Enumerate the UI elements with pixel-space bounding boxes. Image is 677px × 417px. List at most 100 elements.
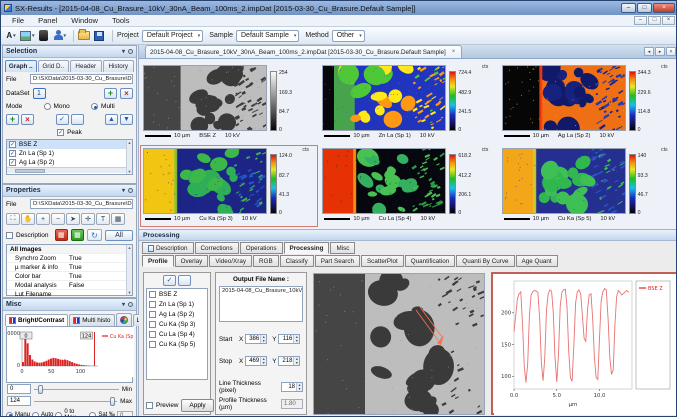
- map-image[interactable]: [143, 147, 268, 220]
- list-item[interactable]: Zn La (Sp 1): [147, 299, 207, 309]
- export-green-icon[interactable]: ▦: [70, 229, 85, 241]
- list-item[interactable]: Cu La (Sp 4): [147, 329, 207, 339]
- pin-icon[interactable]: [128, 49, 133, 54]
- processing-tab-description[interactable]: Description: [142, 242, 194, 254]
- processing-subtab-classify[interactable]: Classify: [279, 255, 314, 267]
- menu-item-window[interactable]: Window: [64, 16, 105, 25]
- output-file-input[interactable]: 2015-04-08_Cu_Brasure_10kV: [219, 286, 303, 322]
- start-y-spinner[interactable]: 116 ▲ ▼: [278, 334, 301, 344]
- list-item[interactable]: Ag La (Sp 2): [147, 309, 207, 319]
- map-image[interactable]: [322, 57, 448, 131]
- list-item[interactable]: ✓ Ag La (Sp 2): [7, 158, 126, 167]
- mdi-close-button[interactable]: ×: [662, 16, 675, 25]
- all-button[interactable]: All: [105, 229, 133, 241]
- maximize-button[interactable]: □: [637, 3, 652, 13]
- map-image[interactable]: [143, 63, 268, 135]
- profile-plot[interactable]: 100 150 200 0.0 5.0 10.0 µm BSE Z: [491, 272, 676, 415]
- item-checkbox[interactable]: ✓: [9, 141, 16, 148]
- zoom-in-icon[interactable]: +: [36, 213, 50, 225]
- processing-subtab-video-xray[interactable]: Video/Xray: [209, 255, 253, 267]
- tab-scroll-right[interactable]: ▸: [655, 47, 665, 56]
- spinner-arrows[interactable]: ▲ ▼: [293, 357, 300, 365]
- processing-subtab-quantification[interactable]: Quantification: [404, 255, 456, 267]
- item-checkbox[interactable]: [149, 340, 156, 348]
- spinner-arrows[interactable]: ▲ ▼: [293, 335, 300, 343]
- refresh-icon[interactable]: ↻: [87, 229, 102, 241]
- minimize-button[interactable]: –: [621, 3, 636, 13]
- peak-checkbox[interactable]: ✓: [57, 129, 65, 136]
- uncheck-all-button[interactable]: [70, 114, 84, 125]
- description-checkbox[interactable]: [6, 231, 13, 239]
- add-signal-icon[interactable]: +: [6, 114, 19, 125]
- property-row[interactable]: µ marker & info True: [7, 263, 126, 272]
- display-mode-radio-1[interactable]: [32, 411, 40, 416]
- display-mode-radio-2[interactable]: [55, 411, 63, 416]
- apply-button[interactable]: Apply: [181, 399, 214, 412]
- display-mode-radio-0[interactable]: [6, 411, 13, 416]
- tab-bright-contrast[interactable]: Bright/Contrast: [5, 314, 69, 326]
- line-thickness-spinner[interactable]: 18 ▲ ▼: [281, 382, 303, 392]
- property-row[interactable]: Modal analysis False: [7, 281, 126, 290]
- item-checkbox[interactable]: ✓: [9, 150, 16, 157]
- item-checkbox[interactable]: [149, 300, 156, 308]
- map-tile-3[interactable]: 10 µm Cu Ka (Sp 3) 10 kV cts 124.0 82.7 41.3 0: [140, 145, 319, 227]
- selection-tab-1[interactable]: Grid D..: [37, 60, 69, 72]
- spinner-arrows[interactable]: ▲ ▼: [260, 357, 267, 365]
- mdi-minimize-button[interactable]: –: [634, 16, 647, 25]
- move-up-button[interactable]: ▲: [105, 114, 118, 125]
- max-slider[interactable]: [34, 396, 118, 406]
- menu-item-file[interactable]: File: [5, 16, 31, 25]
- uncheck-all-button[interactable]: [178, 275, 191, 286]
- chevron-down-icon[interactable]: ▾: [122, 48, 125, 55]
- move-down-button[interactable]: ▼: [120, 114, 133, 125]
- delete-dataset-icon[interactable]: ×: [120, 88, 133, 99]
- stop-y-spinner[interactable]: 218 ▲ ▼: [278, 356, 301, 366]
- preview-checkbox[interactable]: [146, 402, 153, 409]
- processing-subtab-age-quant[interactable]: Age Quant: [515, 255, 558, 267]
- mode-radio-multi[interactable]: [91, 103, 99, 110]
- tab-close-icon[interactable]: ×: [450, 48, 458, 56]
- processing-subtab-profile[interactable]: Profile: [142, 255, 174, 267]
- properties-panel-header[interactable]: Properties ▾: [3, 185, 136, 197]
- property-row[interactable]: Color bar True: [7, 272, 126, 281]
- selection-file-input[interactable]: D:\SXData\2015-03-30_Cu_Brasure\Defau: [30, 74, 133, 84]
- map-tile-4[interactable]: 10 µm Cu La (Sp 4) 10 kV cts 618.2 412.2 206.1…: [319, 145, 497, 227]
- grid-icon[interactable]: ▦: [111, 213, 125, 225]
- selection-tab-2[interactable]: Header: [70, 60, 102, 72]
- project-select[interactable]: Default Project ▾: [141, 29, 204, 42]
- item-checkbox[interactable]: ✓: [9, 159, 16, 166]
- list-item[interactable]: Cu Ka (Sp 3): [147, 319, 207, 329]
- stop-x-spinner[interactable]: 469 ▲ ▼: [245, 356, 268, 366]
- processing-subtab-scatterplot[interactable]: ScatterPlot: [360, 255, 404, 267]
- map-tile-0[interactable]: 10 µm BSE Z 10 kV 254 169.3 84.7 0: [140, 62, 318, 144]
- processing-tab-corrections[interactable]: Corrections: [194, 242, 239, 254]
- pin-icon[interactable]: [128, 188, 133, 193]
- sat-input[interactable]: 0: [117, 410, 133, 416]
- map-image[interactable]: [322, 146, 447, 217]
- max-input[interactable]: 124: [7, 396, 31, 406]
- check-all-button[interactable]: ✓: [163, 275, 176, 286]
- sample-select[interactable]: Default Sample ▾: [236, 29, 300, 42]
- list-item[interactable]: Cu Ka (Sp 5): [147, 339, 207, 349]
- delete-signal-icon[interactable]: ×: [21, 114, 34, 125]
- item-checkbox[interactable]: [149, 290, 156, 298]
- map-image[interactable]: [501, 56, 627, 140]
- chevron-down-icon[interactable]: ▾: [122, 301, 125, 308]
- display-mode-radio-3[interactable]: [89, 411, 97, 416]
- database-tool-icon[interactable]: [38, 30, 50, 42]
- method-select[interactable]: Other ▾: [331, 29, 365, 42]
- spinner-arrows[interactable]: ▲ ▼: [296, 383, 302, 391]
- item-checkbox[interactable]: [149, 330, 156, 338]
- tab-color-lut[interactable]: [115, 313, 132, 326]
- item-checkbox[interactable]: [149, 310, 156, 318]
- start-x-spinner[interactable]: 386 ▲ ▼: [245, 334, 268, 344]
- horizontal-scrollbar[interactable]: [7, 167, 126, 173]
- spinner-arrows[interactable]: ▲ ▼: [260, 335, 267, 343]
- mdi-restore-button[interactable]: □: [648, 16, 661, 25]
- pan-icon[interactable]: ✋: [21, 213, 35, 225]
- item-checkbox[interactable]: [149, 320, 156, 328]
- misc-panel-header[interactable]: Misc ▾: [3, 299, 136, 311]
- map-tile-1[interactable]: 10 µm Zn La (Sp 1) 10 kV cts 724.4 482.9 241.5…: [319, 57, 497, 144]
- list-item[interactable]: ✓ BSE Z: [7, 140, 126, 149]
- vertical-scrollbar[interactable]: [126, 140, 132, 174]
